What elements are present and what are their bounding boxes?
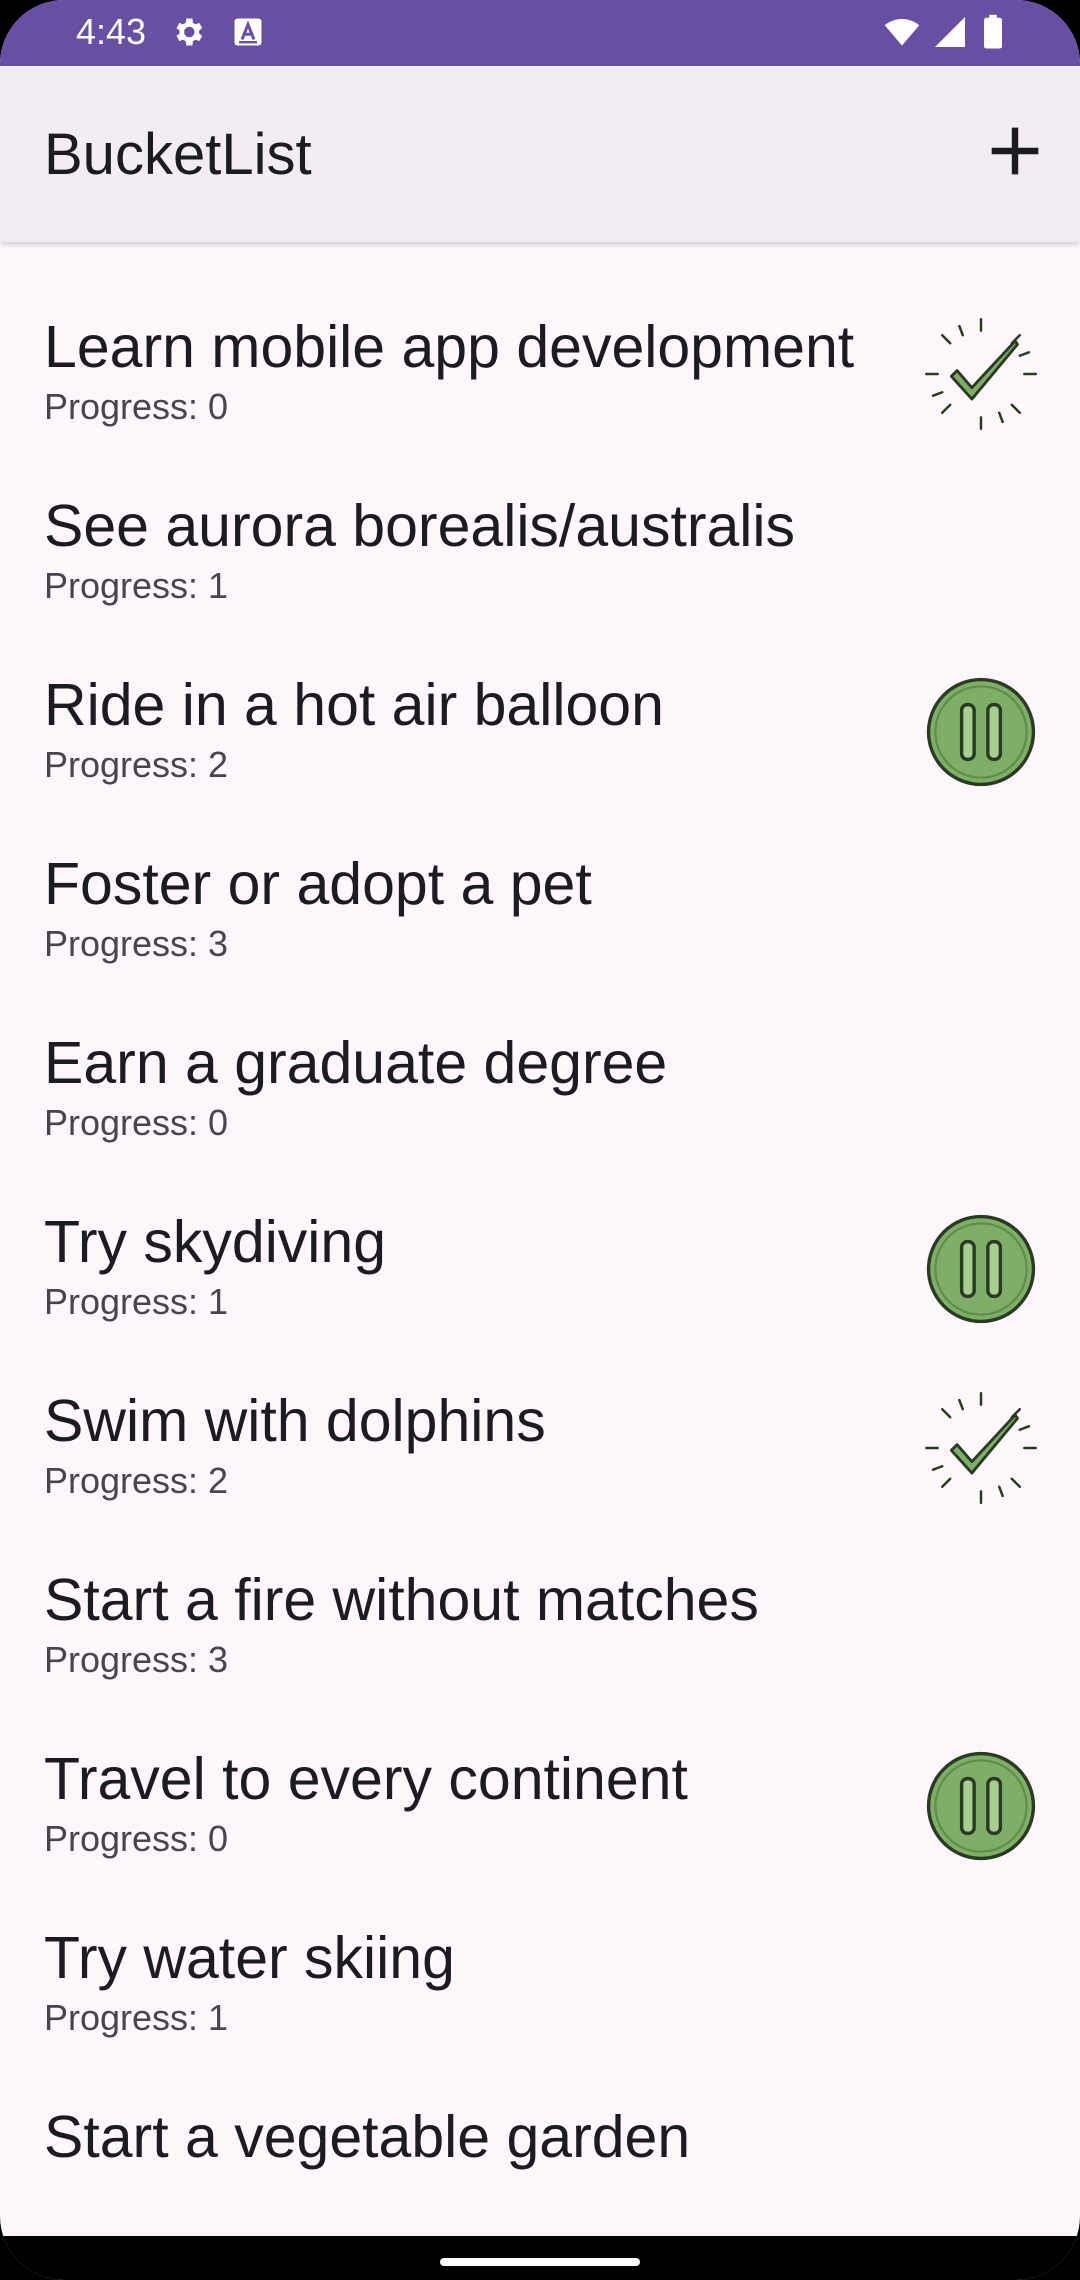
item-title: Start a vegetable garden [44,2104,691,2170]
item-title: Start a fire without matches [44,1567,759,1633]
list-item[interactable]: Try skydiving Progress: 1 [0,1137,1080,1324]
list-item[interactable]: Learn mobile app development Progress: 0 [0,242,1080,430]
plus-icon [991,127,1039,175]
gesture-nav-bar [0,2236,1080,2280]
item-title: Foster or adopt a pet [44,851,592,917]
add-button[interactable] [980,116,1050,186]
check-sparkle-icon [925,1392,1037,1504]
list-item[interactable]: Foster or adopt a pet Progress: 3 [0,779,1080,964]
pause-circle-icon [926,1214,1036,1324]
status-bar: 4:43 [0,0,1080,66]
item-title: Swim with dolphins [44,1388,546,1454]
list-item[interactable]: Earn a graduate degree Progress: 0 [0,958,1080,1143]
item-title: See aurora borealis/australis [44,493,796,559]
home-handle[interactable] [440,2258,640,2266]
status-time: 4:43 [76,11,147,52]
pause-circle-icon [926,677,1036,787]
list-item[interactable]: See aurora borealis/australis Progress: … [0,421,1080,606]
list-item[interactable]: Swim with dolphins Progress: 2 [0,1316,1080,1504]
list-item[interactable]: Try water skiing Progress: 1 [0,1853,1080,2038]
item-title: Try skydiving [44,1209,387,1275]
item-title: Try water skiing [44,1925,455,1991]
text-a-icon [234,18,262,46]
list-item[interactable]: Start a fire without matches Progress: 3 [0,1495,1080,1680]
app-screen: 4:43 BucketList Learn mobile app develop… [0,0,1080,2280]
list-item[interactable]: Travel to every continent Progress: 0 [0,1674,1080,1861]
app-bar: BucketList [0,66,1080,242]
wifi-icon [884,18,920,46]
app-title: BucketList [44,122,312,187]
list-item[interactable]: Start a vegetable garden [0,2032,1080,2211]
gear-icon [176,18,203,46]
list-item[interactable]: Ride in a hot air balloon Progress: 2 [0,600,1080,787]
item-title: Earn a graduate degree [44,1030,668,1096]
signal-icon [935,17,965,47]
item-title: Travel to every continent [44,1746,688,1812]
check-sparkle-icon [925,318,1037,430]
battery-icon [984,14,1002,49]
pause-circle-icon [926,1751,1036,1861]
item-title: Ride in a hot air balloon [44,672,664,738]
item-title: Learn mobile app development [44,314,855,380]
